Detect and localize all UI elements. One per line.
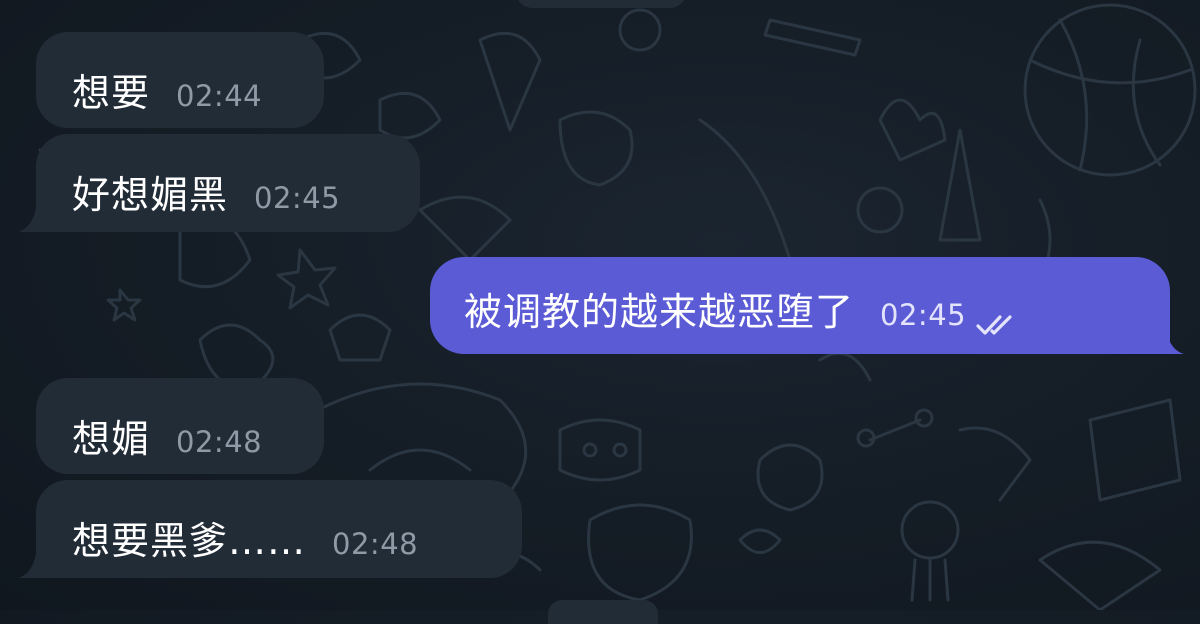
incoming-message-bubble[interactable]: 好想媚黑 02:45 bbox=[36, 134, 420, 232]
bubble-tail-icon bbox=[18, 554, 42, 578]
chat-view[interactable]: 想要 02:44 好想媚黑 02:45 被调教的越来越恶堕了 02:45 想媚 … bbox=[0, 0, 1200, 624]
message-text: 被调教的越来越恶堕了 bbox=[464, 290, 855, 334]
message-text: 想媚 bbox=[72, 417, 151, 461]
message-timestamp: 02:48 bbox=[332, 527, 419, 561]
message-timestamp: 02:48 bbox=[176, 425, 263, 459]
bubble-tail-icon bbox=[1160, 330, 1184, 354]
message-bubble-partial-bottom bbox=[548, 600, 658, 624]
message-bubble-partial-top bbox=[516, 0, 686, 8]
message-text: 好想媚黑 bbox=[72, 173, 229, 217]
incoming-message-bubble[interactable]: 想要黑爹…… 02:48 bbox=[36, 480, 522, 578]
bubble-tail-icon bbox=[18, 208, 42, 232]
message-timestamp: 02:45 bbox=[254, 181, 341, 215]
incoming-message-bubble[interactable]: 想要 02:44 bbox=[36, 32, 324, 128]
outgoing-message-bubble[interactable]: 被调教的越来越恶堕了 02:45 bbox=[430, 257, 1170, 354]
message-text: 想要 bbox=[72, 71, 151, 115]
double-check-icon bbox=[976, 314, 1012, 335]
incoming-message-bubble[interactable]: 想媚 02:48 bbox=[36, 378, 324, 474]
message-timestamp: 02:44 bbox=[176, 79, 263, 113]
message-timestamp: 02:45 bbox=[880, 298, 967, 332]
message-text: 想要黑爹…… bbox=[72, 519, 307, 563]
